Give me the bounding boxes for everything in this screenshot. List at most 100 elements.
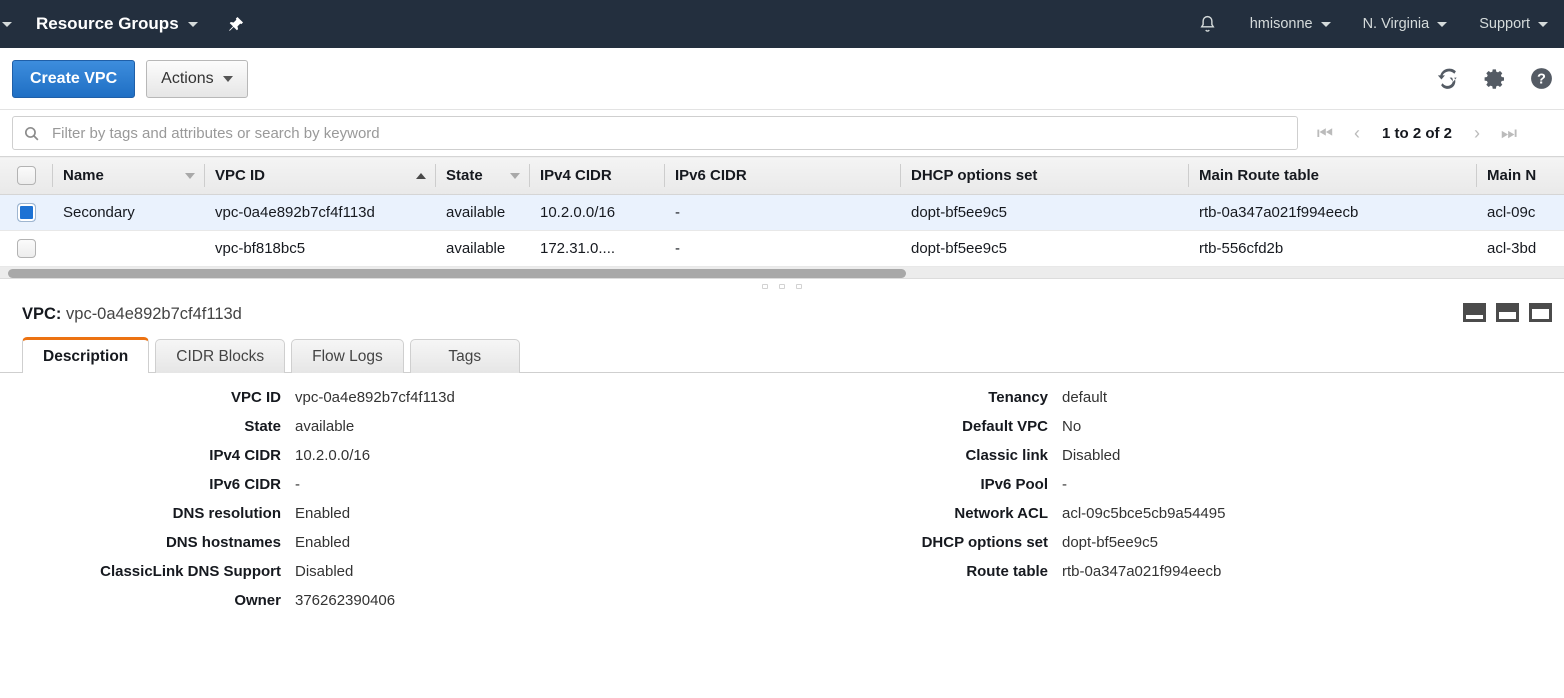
column-header-name[interactable]: Name [52,156,204,195]
cell-state: available [435,230,529,267]
first-page-button[interactable]: ⏮ [1310,118,1340,148]
detail-field: Classic link Disabled [782,447,1564,476]
field-label: IPv4 CIDR [209,447,281,464]
column-header-main-route-table[interactable]: Main Route table [1188,156,1476,195]
cell-dhcp-options-set[interactable]: dopt-bf5ee9c5 [900,194,1188,231]
detail-field: Route table rtb-0a347a021f994eecb [782,563,1564,592]
field-value[interactable]: rtb-0a347a021f994eecb [1062,563,1221,580]
column-label: IPv6 CIDR [675,167,747,184]
cell-ipv6-cidr: - [664,230,900,267]
panel-small-icon[interactable] [1463,303,1486,322]
scrollbar-thumb[interactable] [8,269,906,278]
actions-label: Actions [161,69,214,87]
detail-field: DNS hostnames Enabled [0,534,782,563]
column-header-main-network-acl[interactable]: Main N [1476,156,1564,195]
vpc-table-region: Name VPC ID State IPv4 CIDR IPv6 CIDR DH… [0,156,1564,293]
search-field-wrapper[interactable] [12,116,1298,150]
cell-ipv6-cidr: - [664,194,900,231]
field-label: DHCP options set [921,534,1048,551]
horizontal-scrollbar[interactable] [0,267,1564,279]
chevron-down-icon [1538,21,1548,27]
action-toolbar: Create VPC Actions ? [0,48,1564,110]
services-menu-caret[interactable] [0,0,22,48]
actions-button[interactable]: Actions [146,59,248,98]
row-select-cell[interactable] [0,194,52,231]
tab-description[interactable]: Description [22,337,150,373]
select-all-header[interactable] [0,156,52,195]
field-value: vpc-0a4e892b7cf4f113d [295,389,455,406]
tab-cidr-blocks[interactable]: CIDR Blocks [155,339,286,373]
column-header-state[interactable]: State [435,156,529,195]
cell-dhcp-options-set[interactable]: dopt-bf5ee9c5 [900,230,1188,267]
field-value: Enabled [295,534,351,551]
account-menu[interactable]: hmisonne [1234,0,1347,48]
detail-panel-header: VPC: vpc-0a4e892b7cf4f113d [0,293,1564,337]
field-label: IPv6 Pool [980,476,1048,493]
row-checkbox[interactable] [17,239,36,258]
field-label: Owner [234,592,281,609]
vpc-table: Name VPC ID State IPv4 CIDR IPv6 CIDR DH… [0,156,1564,267]
last-page-button[interactable]: ⏭ [1494,118,1524,148]
field-label: VPC ID [230,389,281,406]
help-button[interactable]: ? [1529,66,1554,91]
column-label: State [446,167,483,184]
detail-field: DHCP options set dopt-bf5ee9c5 [782,534,1564,563]
cell-main-network-acl[interactable]: acl-09c [1476,194,1564,231]
column-header-ipv6-cidr[interactable]: IPv6 CIDR [664,156,900,195]
panel-large-icon[interactable] [1529,303,1552,322]
support-label: Support [1479,16,1530,32]
field-value: - [1062,476,1067,493]
create-vpc-button[interactable]: Create VPC [12,59,136,98]
detail-title: VPC: vpc-0a4e892b7cf4f113d [22,305,1552,324]
cell-main-route-table[interactable]: rtb-556cfd2b [1188,230,1476,267]
field-value[interactable]: dopt-bf5ee9c5 [1062,534,1158,551]
row-select-cell[interactable] [0,230,52,267]
field-label: Route table [966,563,1048,580]
panel-medium-icon[interactable] [1496,303,1519,322]
table-row[interactable]: vpc-bf818bc5 available 172.31.0.... - do… [0,230,1564,267]
column-header-vpc-id[interactable]: VPC ID [204,156,435,195]
pagination: ⏮ ‹ 1 to 2 of 2 › ⏭ [1310,118,1524,148]
panel-fill [1466,315,1483,319]
detail-field: Owner 376262390406 [0,592,782,621]
cell-main-network-acl[interactable]: acl-3bd [1476,230,1564,267]
chevron-down-icon [1437,21,1448,27]
prev-page-button[interactable]: ‹ [1342,118,1372,148]
field-label: State [244,418,281,435]
sort-ascending-icon [416,172,426,179]
field-label: Tenancy [988,389,1048,406]
field-label: ClassicLink DNS Support [100,563,281,580]
support-menu[interactable]: Support [1463,0,1564,48]
tab-flow-logs[interactable]: Flow Logs [291,339,404,373]
gear-icon [1484,68,1504,89]
field-label: IPv6 CIDR [209,476,281,493]
column-header-dhcp-options-set[interactable]: DHCP options set [900,156,1188,195]
panel-resize-grip[interactable] [0,279,1564,293]
chevron-down-icon [1320,21,1331,27]
detail-field: IPv4 CIDR 10.2.0.0/16 [0,447,782,476]
region-menu[interactable]: N. Virginia [1347,0,1464,48]
pin-button[interactable] [212,0,259,48]
column-header-ipv4-cidr[interactable]: IPv4 CIDR [529,156,664,195]
detail-field: State available [0,418,782,447]
sort-descending-icon [510,172,520,179]
row-checkbox[interactable] [17,203,36,222]
notifications-button[interactable] [1181,14,1234,35]
field-value[interactable]: acl-09c5bce5cb9a54495 [1062,505,1225,522]
cell-name [52,230,204,267]
next-page-button[interactable]: › [1462,118,1492,148]
resource-groups-menu[interactable]: Resource Groups [22,0,212,48]
tab-tags[interactable]: Tags [409,339,520,373]
column-label: Main N [1487,167,1537,184]
chevron-down-icon [2,21,12,27]
refresh-button[interactable] [1436,66,1461,91]
panel-fill [1532,309,1549,319]
field-label: Classic link [965,447,1048,464]
detail-title-label: VPC: [22,305,62,323]
table-row[interactable]: Secondary vpc-0a4e892b7cf4f113d availabl… [0,194,1564,231]
grip-dot-icon [762,283,768,289]
search-input[interactable] [50,123,1287,143]
settings-button[interactable] [1483,67,1507,91]
select-all-checkbox[interactable] [17,166,36,185]
cell-main-route-table[interactable]: rtb-0a347a021f994eecb [1188,194,1476,231]
